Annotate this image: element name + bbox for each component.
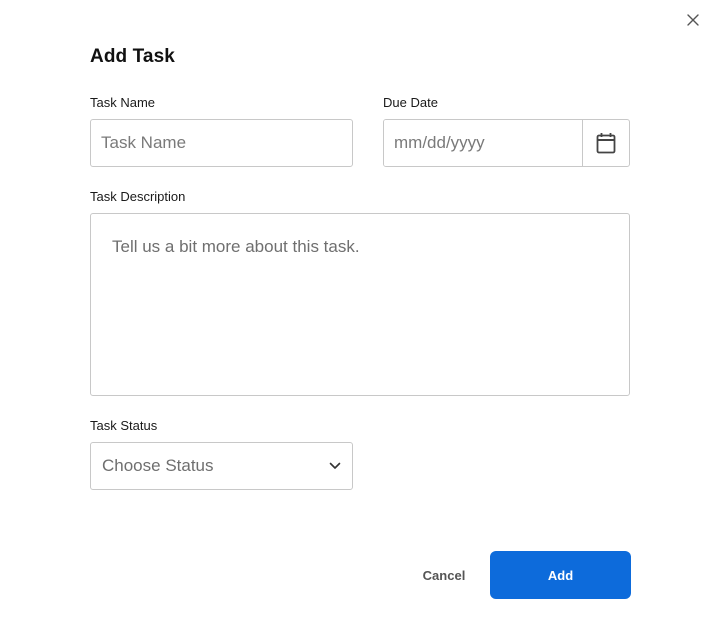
add-task-dialog: Add Task Task Name Due Date Task Descrip… bbox=[0, 0, 721, 627]
dialog-title: Add Task bbox=[90, 46, 175, 67]
due-date-label: Due Date bbox=[383, 95, 438, 110]
close-icon bbox=[687, 14, 699, 26]
task-name-label: Task Name bbox=[90, 95, 156, 110]
task-name-input[interactable] bbox=[90, 119, 353, 167]
calendar-button[interactable] bbox=[582, 120, 629, 166]
due-date-input[interactable] bbox=[384, 120, 582, 166]
task-description-label: Task Description bbox=[90, 189, 186, 204]
add-button[interactable]: Add bbox=[490, 551, 631, 599]
task-status-select[interactable]: Choose Status bbox=[90, 442, 353, 490]
calendar-icon bbox=[596, 133, 616, 154]
task-description-textarea[interactable] bbox=[90, 213, 630, 396]
task-status-label: Task Status bbox=[90, 418, 158, 433]
close-button[interactable] bbox=[684, 11, 702, 29]
task-status-selected: Choose Status bbox=[102, 456, 214, 475]
due-date-field bbox=[383, 119, 630, 167]
cancel-button[interactable]: Cancel bbox=[410, 562, 478, 588]
chevron-down-icon bbox=[329, 462, 341, 469]
